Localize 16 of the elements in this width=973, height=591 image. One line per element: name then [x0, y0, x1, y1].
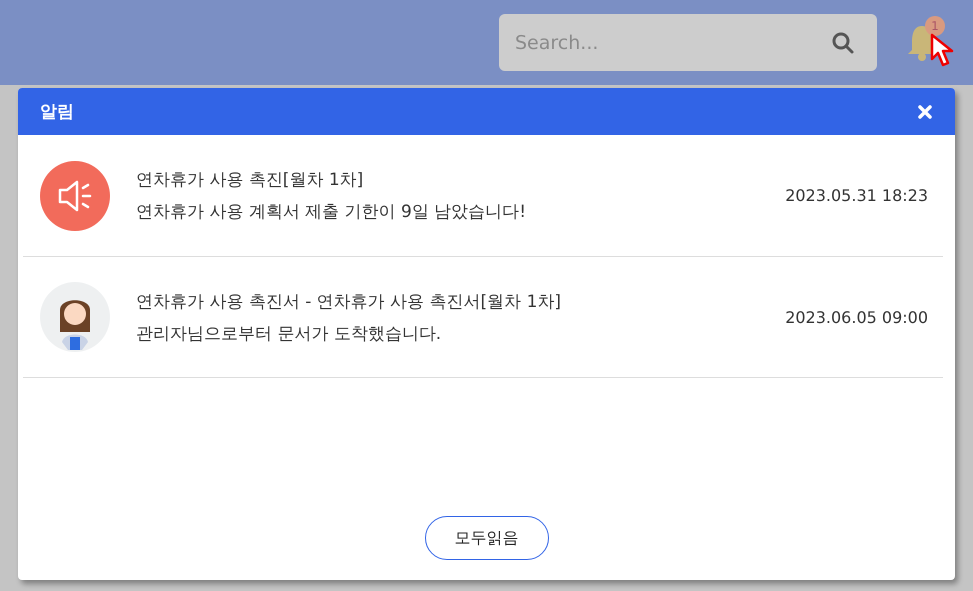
close-icon[interactable]: [917, 104, 933, 120]
notification-item[interactable]: 연차휴가 사용 촉진[월차 1차] 연차휴가 사용 계획서 제출 기한이 9일 남았습니다! 2023.05.31 18:23: [23, 135, 943, 257]
search-field[interactable]: Search...: [499, 14, 877, 71]
notification-message: 관리자님으로부터 문서가 도착했습니다.: [136, 322, 442, 344]
notification-message: 연차휴가 사용 계획서 제출 기한이 9일 남았습니다!: [136, 201, 528, 223]
notification-item[interactable]: 연차휴가 사용 촉진서 - 연차휴가 사용 촉진서[월차 1차] 관리자님으로부터 문서가 도착했습니다. 2023.06.05 09:00: [23, 257, 943, 378]
megaphone-icon: [40, 160, 110, 230]
notification-time: 2023.06.05 09:00: [785, 308, 928, 326]
notification-title: 연차휴가 사용 촉진[월차 1차]: [136, 169, 364, 191]
avatar-icon: [40, 282, 110, 352]
notification-time: 2023.05.31 18:23: [785, 186, 928, 205]
notification-title: 연차휴가 사용 촉진서 - 연차휴가 사용 촉진서[월차 1차]: [136, 290, 562, 312]
search-icon[interactable]: [831, 31, 855, 55]
panel-title: 알림: [40, 101, 74, 123]
notification-badge: 1: [925, 16, 945, 36]
mark-all-read-button[interactable]: 모두읽음: [424, 516, 548, 560]
